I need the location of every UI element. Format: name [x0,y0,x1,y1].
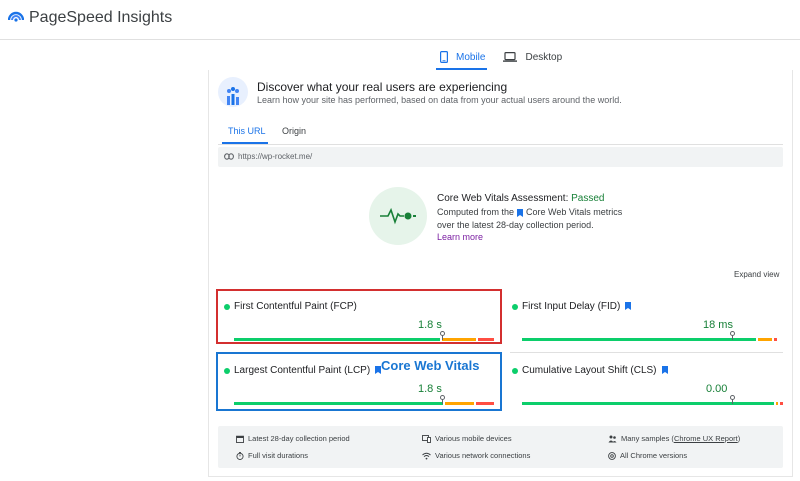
core-web-vitals-annotation: Core Web Vitals [381,358,480,373]
p75-marker [730,331,735,336]
info-visit-durations-text: Full visit durations [248,451,309,460]
tab-desktop-label: Desktop [525,51,563,63]
info-network-text: Various network connections [435,451,531,460]
tab-mobile-label: Mobile [456,51,486,63]
tab-desktop[interactable]: Desktop [503,44,562,68]
metric-name: First Input Delay (FID) [522,301,632,312]
brand-title[interactable]: PageSpeed Insights [29,9,172,27]
phone-icon [440,51,448,63]
metric-value: 18 ms [703,319,733,331]
needs-improvement-segment [776,402,778,405]
assessment-line-1: Computed from the Core Web Vitals metrics [437,207,622,217]
distribution-bar [522,395,784,405]
intro-subtitle: Learn how your site has performed, based… [257,95,622,105]
metric-name-label: Cumulative Layout Shift (CLS) [522,365,657,376]
fcp-highlight-box [216,289,502,344]
info-chrome-versions: All Chrome versions [608,451,687,460]
distribution-bar [522,331,784,341]
metrics-divider [510,352,783,353]
url-bar: https://wp-rocket.me/ [218,147,783,167]
good-segment [522,338,756,341]
collection-info-panel: Latest 28-day collection period Various … [218,426,783,468]
tab-this-url[interactable]: This URL [228,126,266,136]
p75-marker [730,395,735,400]
metric-name-label: First Input Delay (FID) [522,301,621,312]
tabs-divider [218,144,783,145]
metric-value: 0.00 [706,383,728,395]
chrome-icon [608,451,616,460]
tab-mobile[interactable]: Mobile [435,44,488,70]
link-icon [224,153,234,160]
info-samples-prefix: Many samples ( [621,434,674,443]
heartbeat-icon [369,187,427,245]
poor-segment [780,402,783,405]
good-segment [522,402,774,405]
metric-name: Cumulative Layout Shift (CLS) [522,365,668,376]
people-icon [608,435,617,442]
bookmark-flag-icon [625,302,632,310]
tab-origin[interactable]: Origin [282,126,306,136]
assessment-line-1-prefix: Computed from the [437,207,515,217]
intro-title: Discover what your real users are experi… [257,80,508,94]
assessment-title-prefix: Core Web Vitals Assessment: [437,193,572,204]
info-collection-period: Latest 28-day collection period [236,434,350,443]
pagespeed-logo-icon[interactable] [8,9,24,25]
info-visit-durations: Full visit durations [236,451,308,460]
info-network: Various network connections [422,451,530,460]
assessment-line-1-suffix: Core Web Vitals metrics [526,207,623,217]
info-devices-text: Various mobile devices [435,434,512,443]
status-dot [512,368,518,374]
calendar-icon [236,435,244,443]
assessment-title: Core Web Vitals Assessment: Passed [437,193,605,204]
device-tabs: Mobile Desktop [435,44,562,70]
status-dot [512,304,518,310]
laptop-icon [503,52,518,62]
analyzed-url: https://wp-rocket.me/ [238,152,313,161]
assessment-line-2: over the latest 28-day collection period… [437,220,594,230]
expand-view-button[interactable]: Expand view [734,270,779,279]
poor-segment [774,338,777,341]
assessment-status: Passed [571,193,605,204]
needs-improvement-segment [758,338,772,341]
info-samples-text: Many samples (Chrome UX Report) [621,434,740,443]
top-bar: PageSpeed Insights [0,0,800,40]
info-devices: Various mobile devices [422,434,512,443]
info-samples-suffix: ) [737,434,741,443]
learn-more-link[interactable]: Learn more [437,232,483,242]
users-chart-icon [218,77,248,107]
bookmark-flag-icon [517,208,524,217]
wifi-icon [422,452,431,459]
devices-icon [422,434,431,443]
info-chrome-versions-text: All Chrome versions [620,451,688,460]
bookmark-flag-icon [661,366,668,374]
chrome-ux-report-link[interactable]: Chrome UX Report [674,434,738,443]
timer-icon [236,451,244,460]
info-samples: Many samples (Chrome UX Report) [608,434,740,443]
info-collection-period-text: Latest 28-day collection period [248,434,350,443]
